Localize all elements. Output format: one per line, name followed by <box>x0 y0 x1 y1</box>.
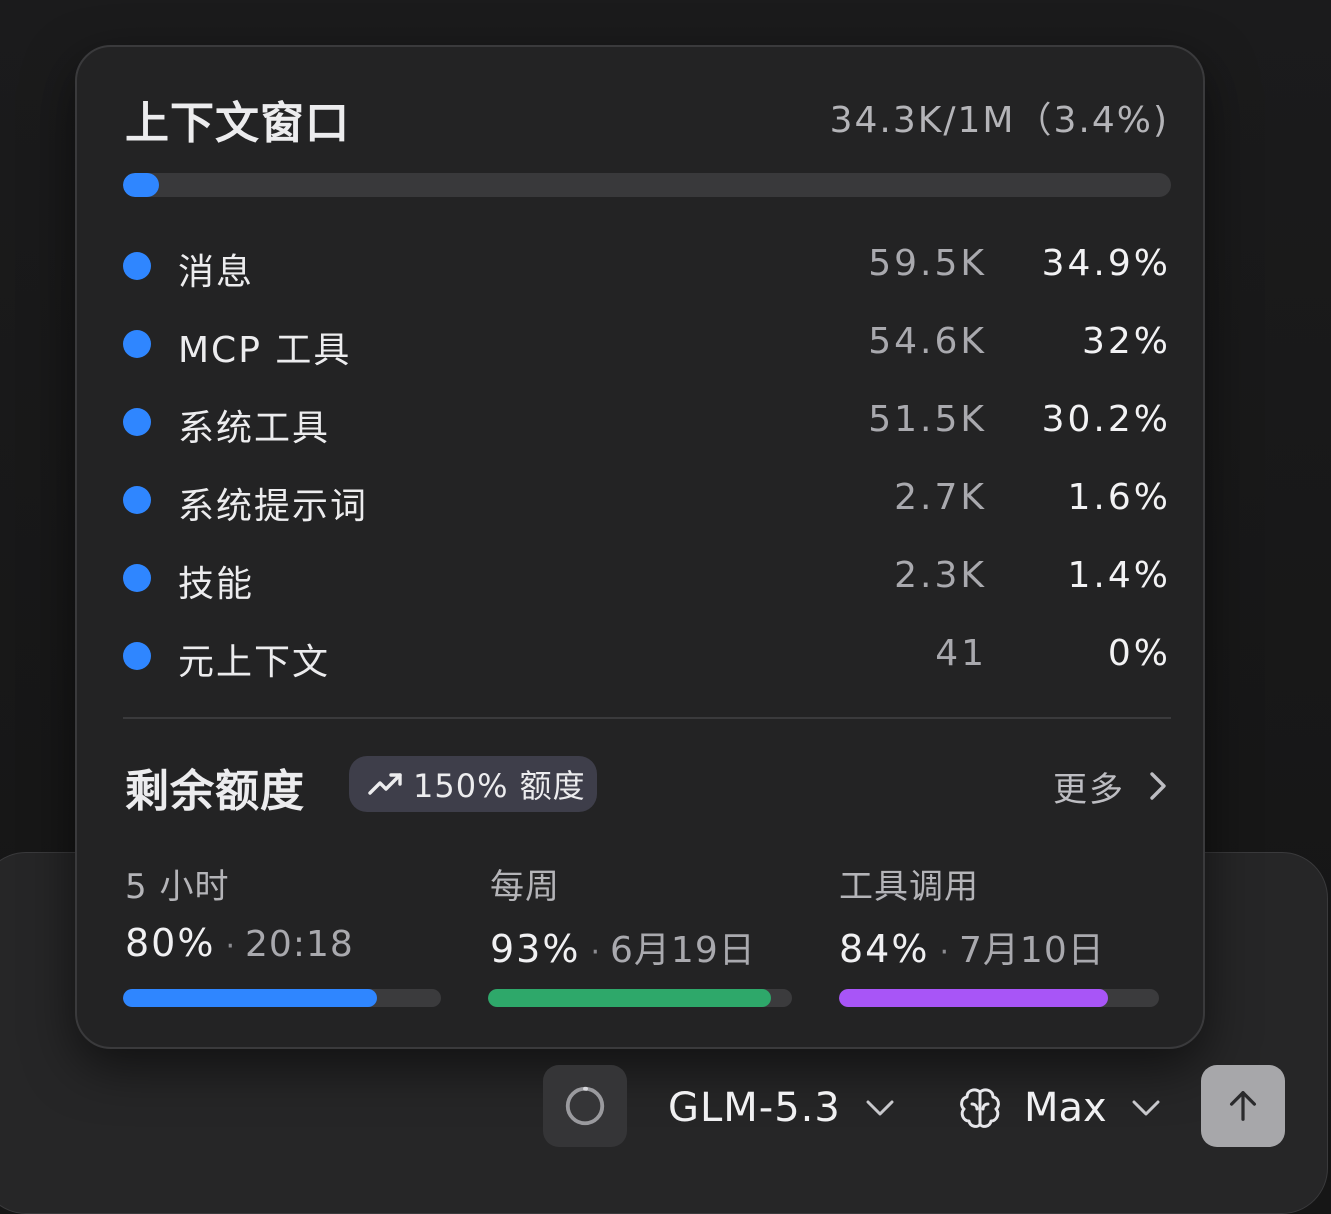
context-window-title: 上下文窗口 <box>125 98 350 149</box>
context-item-meta-context: 元上下文 41 0% <box>123 619 1171 697</box>
quota-percent: 84% <box>839 927 930 971</box>
quota-reset-time: 7月10日 <box>959 930 1105 971</box>
context-item-messages: 消息 59.5K 34.9% <box>123 229 1171 307</box>
dot-icon <box>123 252 151 280</box>
quota-separator: · <box>939 935 950 970</box>
context-item-percent: 0% <box>1107 633 1171 674</box>
context-item-label: 技能 <box>178 564 255 605</box>
more-label: 更多 <box>1053 769 1125 810</box>
context-item-tokens: 2.3K <box>894 555 987 596</box>
quota-boost-label: 150% 额度 <box>413 767 586 805</box>
context-item-percent: 30.2% <box>1041 399 1171 440</box>
chevron-down-icon <box>1132 1100 1160 1116</box>
context-item-percent: 32% <box>1081 321 1171 362</box>
progress-ring-icon <box>565 1086 605 1126</box>
context-item-label: 元上下文 <box>178 642 331 683</box>
quota-detail: 80% · 20:18 <box>125 921 354 971</box>
quota-detail: 84% · 7月10日 <box>839 921 1105 971</box>
quota-weekly: 每周 93% · 6月19日 <box>490 859 756 971</box>
context-item-percent: 1.6% <box>1067 477 1171 518</box>
quota-tool-calls-bar-fill <box>839 989 1108 1007</box>
dot-icon <box>123 408 151 436</box>
context-item-label: 系统工具 <box>178 408 331 449</box>
remaining-quota-title: 剩余额度 <box>125 766 305 817</box>
context-item-percent: 1.4% <box>1067 555 1171 596</box>
context-item-label: MCP 工具 <box>178 330 352 371</box>
context-item-system-tools: 系统工具 51.5K 30.2% <box>123 385 1171 463</box>
dot-icon <box>123 330 151 358</box>
quota-percent: 93% <box>490 927 581 971</box>
context-usage-bar-fill <box>123 173 159 197</box>
quota-separator: · <box>590 935 601 970</box>
quota-name: 工具调用 <box>839 867 979 907</box>
effort-selector[interactable]: Max <box>956 1080 1161 1136</box>
model-selector[interactable]: GLM-5.3 <box>668 1080 895 1136</box>
context-breakdown-list: 消息 59.5K 34.9% MCP 工具 54.6K 32% 系统工具 51.… <box>123 229 1171 697</box>
quota-reset-time: 6月19日 <box>610 930 756 971</box>
quota-name: 每周 <box>490 867 560 907</box>
trending-up-icon <box>368 773 402 795</box>
chevron-down-icon <box>866 1100 894 1116</box>
context-item-mcp-tools: MCP 工具 54.6K 32% <box>123 307 1171 385</box>
context-item-tokens: 51.5K <box>868 399 987 440</box>
context-item-percent: 34.9% <box>1041 243 1171 284</box>
quota-weekly-bar <box>488 989 792 1007</box>
context-item-skills: 技能 2.3K 1.4% <box>123 541 1171 619</box>
context-item-label: 系统提示词 <box>178 486 369 527</box>
arrow-up-icon <box>1229 1091 1257 1121</box>
quota-tool-calls-bar <box>839 989 1159 1007</box>
context-item-system-prompt: 系统提示词 2.7K 1.6% <box>123 463 1171 541</box>
quota-boost-badge: 150% 额度 <box>349 756 597 812</box>
more-link[interactable]: 更多 <box>1053 761 1169 811</box>
quota-5-hour-bar-fill <box>123 989 378 1007</box>
brain-icon <box>960 1088 1000 1128</box>
section-divider <box>123 717 1171 719</box>
dot-icon <box>123 564 151 592</box>
context-popover: 上下文窗口 34.3K/1M（3.4%) 消息 59.5K 34.9% MCP … <box>75 45 1205 1049</box>
context-usage-button[interactable] <box>543 1065 627 1147</box>
context-item-tokens: 54.6K <box>868 321 987 362</box>
quota-5-hour-bar <box>123 989 441 1007</box>
model-name: GLM-5.3 <box>668 1085 841 1131</box>
context-item-tokens: 2.7K <box>894 477 987 518</box>
chevron-right-icon <box>1150 772 1166 800</box>
quota-percent: 80% <box>125 921 216 965</box>
dot-icon <box>123 642 151 670</box>
context-usage-bar <box>123 173 1171 197</box>
quota-tool-calls: 工具调用 84% · 7月10日 <box>839 859 1105 971</box>
quota-detail: 93% · 6月19日 <box>490 921 756 971</box>
send-button[interactable] <box>1201 1065 1285 1147</box>
context-item-tokens: 59.5K <box>868 243 987 284</box>
context-usage-text: 34.3K/1M（3.4%) <box>829 100 1169 141</box>
effort-level: Max <box>1024 1085 1107 1131</box>
quota-reset-time: 20:18 <box>245 924 354 965</box>
context-item-tokens: 41 <box>935 633 987 674</box>
quota-5-hour: 5 小时 80% · 20:18 <box>125 859 354 971</box>
quota-separator: · <box>225 929 236 964</box>
quota-weekly-bar-fill <box>488 989 771 1007</box>
dot-icon <box>123 486 151 514</box>
context-item-label: 消息 <box>178 252 255 293</box>
quota-name: 5 小时 <box>125 867 230 907</box>
